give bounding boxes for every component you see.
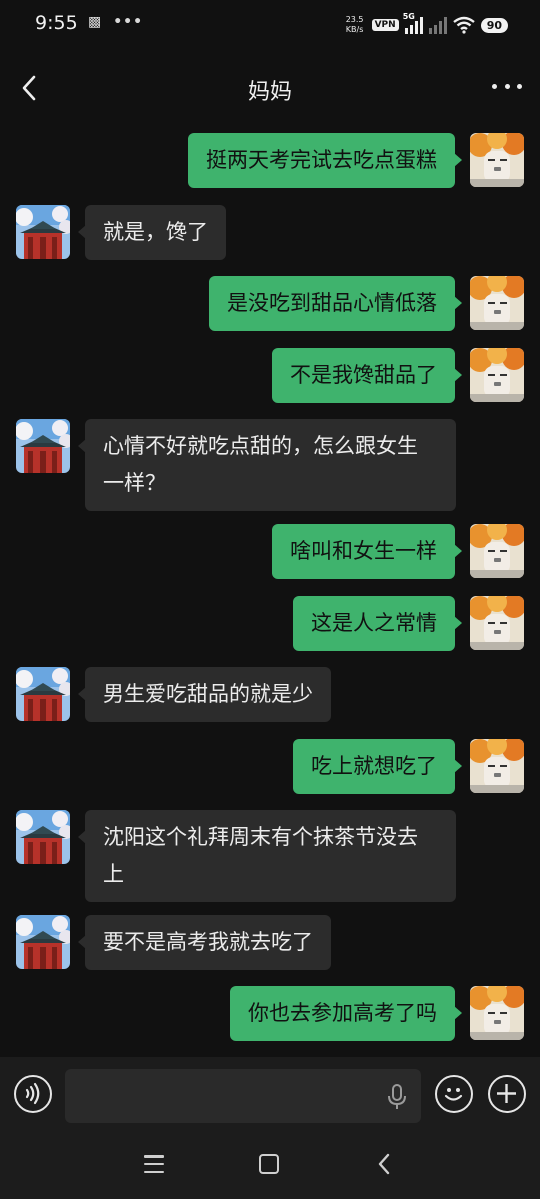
contact-avatar[interactable]: [16, 810, 70, 864]
net-speed-unit: KB/s: [345, 25, 364, 34]
status-right: 23.5 KB/s VPN 5G 90: [344, 12, 508, 38]
message-text: 这是人之常情: [311, 611, 437, 635]
message-text: 你也去参加高考了吗: [248, 1001, 437, 1025]
status-left-icons: ▩ •••: [88, 14, 143, 30]
message-text: 吃上就想吃了: [311, 754, 437, 778]
sent-bubble[interactable]: 挺两天考完试去吃点蛋糕: [188, 133, 462, 188]
received-bubble[interactable]: 心情不好就吃点甜的，怎么跟女生一样？: [78, 419, 456, 511]
received-bubble[interactable]: 男生爱吃甜品的就是少: [78, 667, 331, 722]
chat-header: 妈妈: [0, 56, 540, 120]
received-bubble[interactable]: 就是，馋了: [78, 205, 226, 260]
net-speed-value: 23.5: [345, 15, 364, 24]
battery-icon: 90: [480, 17, 508, 33]
emoji-icon[interactable]: [435, 1075, 473, 1113]
signal-icon: 5G: [403, 12, 423, 34]
message-text: 沈阳这个礼拜周末有个抹茶节没去上: [103, 825, 418, 886]
status-bar: 9:55 ▩ ••• 23.5 KB/s VPN 5G 90: [0, 0, 540, 50]
message-text: 不是我馋甜品了: [290, 363, 437, 387]
signal-2-icon: [428, 16, 447, 34]
contact-avatar[interactable]: [16, 205, 70, 259]
status-time: 9:55: [35, 12, 78, 34]
my-avatar[interactable]: [470, 348, 524, 402]
message-text: 是没吃到甜品心情低落: [227, 291, 437, 315]
message-input[interactable]: [65, 1069, 421, 1123]
voice-icon[interactable]: [14, 1075, 52, 1113]
contact-avatar[interactable]: [16, 419, 70, 473]
signal-tag: 5G: [402, 12, 415, 21]
received-bubble[interactable]: 沈阳这个礼拜周末有个抹茶节没去上: [78, 810, 456, 902]
home-icon[interactable]: [259, 1154, 279, 1174]
sent-bubble[interactable]: 你也去参加高考了吗: [230, 986, 462, 1041]
input-bar: [0, 1057, 540, 1137]
my-avatar[interactable]: [470, 986, 524, 1040]
sent-bubble[interactable]: 吃上就想吃了: [293, 739, 462, 794]
net-speed: 23.5 KB/s: [344, 15, 366, 35]
recent-apps-icon[interactable]: [144, 1155, 164, 1173]
received-bubble[interactable]: 要不是高考我就去吃了: [78, 915, 331, 970]
system-nav-bar: [0, 1137, 540, 1199]
sent-bubble[interactable]: 不是我馋甜品了: [272, 348, 462, 403]
my-avatar[interactable]: [470, 133, 524, 187]
message-text: 挺两天考完试去吃点蛋糕: [206, 148, 437, 172]
message-text: 要不是高考我就去吃了: [103, 930, 313, 954]
my-avatar[interactable]: [470, 276, 524, 330]
sim-icon: ▩: [88, 14, 102, 30]
sent-bubble[interactable]: 是没吃到甜品心情低落: [209, 276, 462, 331]
more-icon[interactable]: [492, 78, 522, 94]
message-text: 就是，馋了: [103, 220, 208, 244]
mic-icon[interactable]: [385, 1083, 409, 1111]
plus-icon[interactable]: [488, 1075, 526, 1113]
more-dots-icon: •••: [113, 14, 144, 30]
system-back-icon[interactable]: [376, 1152, 392, 1176]
contact-avatar[interactable]: [16, 915, 70, 969]
my-avatar[interactable]: [470, 596, 524, 650]
wifi-icon: [452, 16, 475, 34]
chat-title: 妈妈: [247, 80, 292, 105]
message-text: 男生爱吃甜品的就是少: [103, 682, 313, 706]
message-text: 啥叫和女生一样: [290, 539, 437, 563]
sent-bubble[interactable]: 这是人之常情: [293, 596, 462, 651]
contact-avatar[interactable]: [16, 667, 70, 721]
my-avatar[interactable]: [470, 524, 524, 578]
message-text: 心情不好就吃点甜的，怎么跟女生一样？: [103, 434, 418, 495]
my-avatar[interactable]: [470, 739, 524, 793]
sent-bubble[interactable]: 啥叫和女生一样: [272, 524, 462, 579]
vpn-badge: VPN: [371, 19, 399, 31]
